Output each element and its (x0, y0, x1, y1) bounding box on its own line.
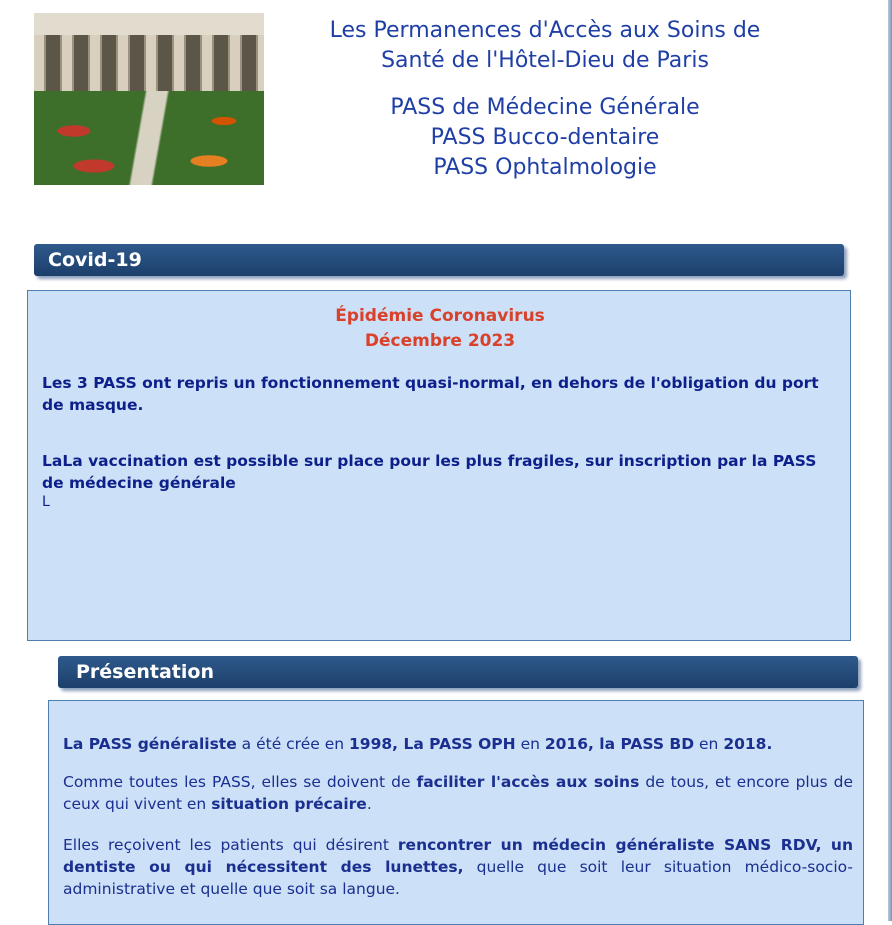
window-edge (888, 0, 892, 921)
mission-text: . (366, 795, 372, 813)
site-title-line2: Santé de l'Hôtel-Dieu de Paris (381, 48, 709, 73)
mission-text: Comme toutes les PASS, elles se doivent … (63, 773, 417, 791)
covid-paragraph-reprise: Les 3 PASS ont repris un fonctionnement … (42, 374, 819, 414)
history-2016-bd: 2016, la PASS BD (544, 735, 695, 753)
presentation-paragraph-history: La PASS généraliste a été crée en 1998, … (63, 733, 853, 755)
pass-list: PASS de Médecine Générale PASS Bucco-den… (300, 93, 790, 183)
history-1998-oph: 1998, La PASS OPH (349, 735, 516, 753)
patients-text: Elles reçoivent les patients qui désiren… (63, 836, 398, 854)
covid-headline: Épidémie Coronavirus (335, 306, 545, 326)
history-text: en (694, 735, 724, 753)
history-pass-generaliste: La PASS généraliste (63, 735, 237, 753)
presentation-paragraph-mission: Comme toutes les PASS, elles se doivent … (63, 771, 853, 815)
hotel-dieu-cloister-photo (34, 13, 264, 185)
garden-illustration (34, 91, 264, 185)
presentation-paragraph-patients: Elles reçoivent les patients qui désiren… (63, 834, 853, 900)
history-text: en (515, 735, 545, 753)
pass-item-bucco: PASS Bucco-dentaire (430, 125, 660, 150)
site-title: Les Permanences d'Accès aux Soins de San… (300, 16, 790, 76)
mission-acces-soins: faciliter l'accès aux soins (416, 773, 640, 791)
history-text: a été crée en (236, 735, 350, 753)
covid-panel: Épidémie Coronavirus Décembre 2023 Les 3… (27, 290, 851, 641)
pass-item-medecine: PASS de Médecine Générale (390, 95, 700, 120)
site-title-line1: Les Permanences d'Accès aux Soins de (329, 18, 761, 43)
pass-item-ophtalmo: PASS Ophtalmologie (433, 155, 657, 180)
covid-section-header: Covid-19 (34, 244, 844, 276)
mission-situation-precaire: situation précaire (211, 795, 367, 813)
stray-text: L (42, 494, 50, 510)
presentation-section-header: Présentation (58, 656, 858, 688)
arcade-illustration (34, 13, 264, 95)
presentation-panel: La PASS généraliste a été crée en 1998, … (48, 700, 864, 925)
history-2018: 2018. (723, 735, 773, 753)
covid-paragraph-vaccination: LaLa vaccination est possible sur place … (42, 452, 817, 492)
covid-date: Décembre 2023 (364, 331, 516, 351)
